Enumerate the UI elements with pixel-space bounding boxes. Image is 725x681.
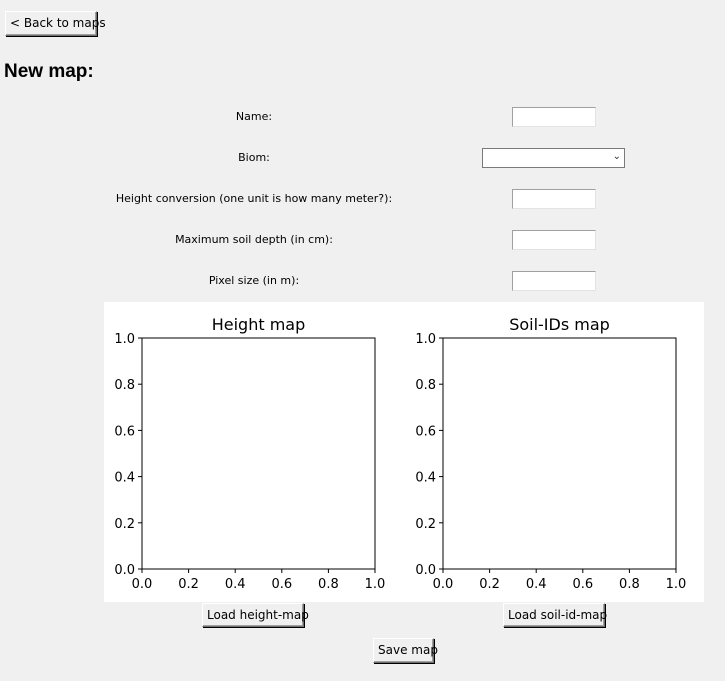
y-tick-label-height: 0.6	[114, 424, 135, 439]
y-tick-label-soil: 0.2	[415, 517, 436, 532]
x-tick-label-height: 0.0	[132, 577, 153, 592]
map-preview-canvas: Height map 0.0 0.2 0.4 0.6 0.8 1.0 0.0 0.2 0.4 0.6…	[104, 302, 704, 602]
x-tick-label-height: 0.6	[271, 577, 292, 592]
chart-title-soil: Soil-IDs map	[509, 315, 610, 334]
chart-title-height: Height map	[212, 315, 306, 334]
load-soil-id-map-button[interactable]: Load soil-id-map	[503, 603, 607, 627]
save-map-button[interactable]: Save map	[373, 638, 438, 663]
soil-depth-input[interactable]	[512, 230, 596, 250]
load-height-map-button[interactable]: Load height-map	[202, 603, 309, 627]
back-to-maps-button[interactable]: < Back to maps	[5, 11, 106, 36]
y-tick-label-height: 0.8	[114, 378, 135, 393]
height-conversion-input[interactable]	[512, 189, 596, 209]
map-preview-svg: Height map 0.0 0.2 0.4 0.6 0.8 1.0 0.0 0.2 0.4 0.6…	[114, 315, 687, 592]
height-conversion-label: Height conversion (one unit is how many …	[115, 192, 393, 205]
biom-select[interactable]: ⌄	[482, 148, 625, 168]
y-tick-label-height: 0.4	[114, 471, 135, 486]
x-tick-label-soil: 0.8	[619, 577, 640, 592]
y-tick-label-height: 0.0	[114, 563, 135, 578]
x-tick-label-height: 0.8	[318, 577, 339, 592]
pixel-size-input[interactable]	[512, 271, 596, 291]
pixel-size-label: Pixel size (in m):	[208, 274, 300, 287]
y-tick-label-height: 0.2	[114, 517, 135, 532]
chevron-down-icon[interactable]: ⌄	[613, 151, 621, 162]
y-tick-label-height: 1.0	[114, 332, 135, 347]
biom-label: Biom:	[238, 151, 270, 164]
x-tick-label-height: 0.4	[225, 577, 246, 592]
x-tick-label-soil: 0.2	[479, 577, 500, 592]
soil-depth-label: Maximum soil depth (in cm):	[175, 233, 333, 246]
page-title: New map:	[4, 61, 94, 82]
x-tick-label-soil: 0.0	[433, 577, 454, 592]
name-input[interactable]	[512, 107, 596, 127]
x-tick-label-soil: 0.6	[572, 577, 593, 592]
y-tick-label-soil: 0.8	[415, 378, 436, 393]
x-tick-label-height: 1.0	[365, 577, 386, 592]
y-tick-label-soil: 0.4	[415, 471, 436, 486]
x-tick-label-soil: 1.0	[666, 577, 687, 592]
y-tick-label-soil: 1.0	[415, 332, 436, 347]
plot-area-soil	[442, 337, 677, 570]
x-tick-label-height: 0.2	[178, 577, 199, 592]
x-tick-label-soil: 0.4	[526, 577, 547, 592]
y-tick-label-soil: 0.0	[415, 563, 436, 578]
name-label: Name:	[235, 110, 273, 123]
y-tick-label-soil: 0.6	[415, 424, 436, 439]
plot-area-height	[141, 337, 376, 570]
